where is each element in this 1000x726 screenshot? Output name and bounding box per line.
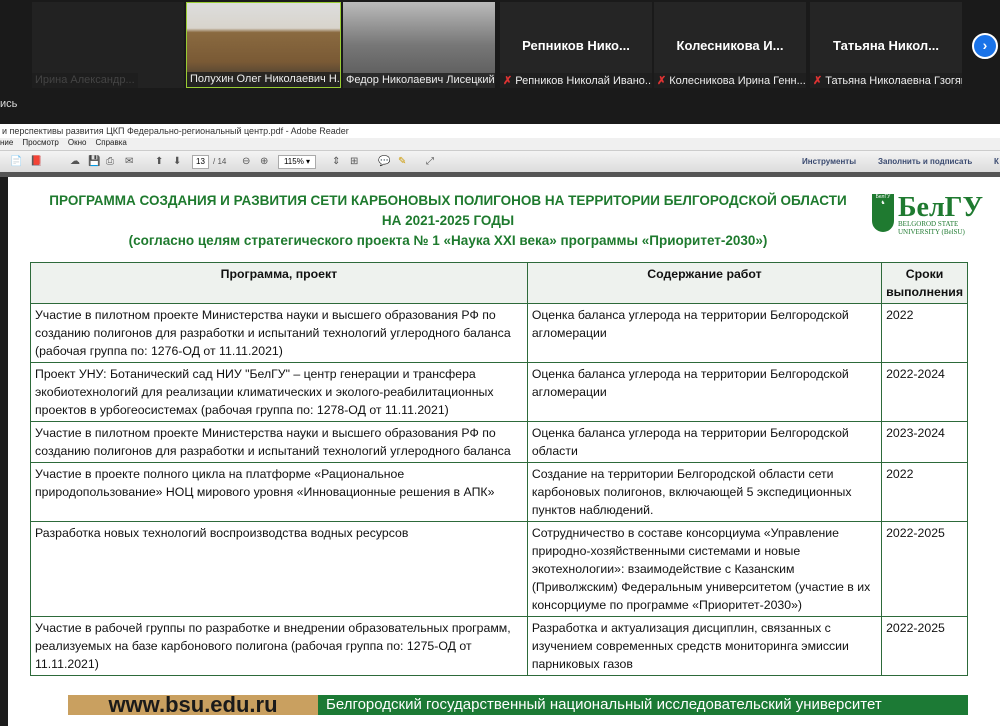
fill-sign-button[interactable]: Заполнить и подписать: [878, 157, 972, 166]
zoom-out-icon[interactable]: ⊖: [242, 155, 250, 169]
content-cell: Оценка баланса углерода на территории Бе…: [527, 422, 881, 463]
email-icon[interactable]: ✉: [125, 155, 133, 169]
content-cell: Сотрудничество в составе консорциума «Уп…: [527, 522, 881, 617]
participant-name: Репников Николай Ивано...: [515, 75, 652, 87]
table-row: Разработка новых технологий воспроизводс…: [31, 522, 968, 617]
fit-page-icon[interactable]: ⇕: [332, 155, 340, 169]
menu-help[interactable]: Справка: [95, 138, 126, 147]
term-cell: 2022: [882, 463, 968, 522]
muted-mic-icon: ✗: [503, 75, 512, 87]
participant-name: Колесникова Ирина Генн...: [669, 75, 806, 87]
program-cell: Разработка новых технологий воспроизводс…: [31, 522, 528, 617]
participant-tile[interactable]: Ирина Александр...: [32, 2, 184, 88]
program-cell: Участие в пилотном проекте Министерства …: [31, 304, 528, 363]
recording-label: ись: [0, 98, 17, 110]
zoom-value: 115%: [284, 157, 304, 166]
video-conference-strip: Ирина Александр... Полухин Олег Николаев…: [0, 0, 1000, 124]
table-header: Программа, проект Содержание работ Сроки…: [31, 263, 968, 304]
fit-width-icon[interactable]: ⊞: [350, 155, 358, 169]
table-row: Участие в проекте полного цикла на платф…: [31, 463, 968, 522]
menu-window[interactable]: Окно: [68, 138, 87, 147]
save-icon[interactable]: 💾: [88, 155, 100, 169]
tools-button[interactable]: Инструменты: [802, 157, 856, 166]
content-cell: Разработка и актуализация дисциплин, свя…: [527, 617, 881, 676]
zoom-in-icon[interactable]: ⊕: [260, 155, 268, 169]
participant-display-name: Репников Нико...: [500, 38, 652, 53]
footer-url: www.bsu.edu.ru: [68, 695, 318, 715]
header-program: Программа, проект: [31, 263, 528, 304]
content-cell: Оценка баланса углерода на территории Бе…: [527, 363, 881, 422]
previous-page-icon[interactable]: ⬆: [155, 155, 163, 169]
term-cell: 2022: [882, 304, 968, 363]
export-icon[interactable]: 📕: [30, 155, 42, 169]
participant-tile[interactable]: Татьяна Никол... ✗Татьяна Николаевна Гзог…: [810, 2, 962, 88]
menu-bar: ние Просмотр Окно Справка: [0, 138, 1000, 150]
comment-icon[interactable]: 💬: [378, 155, 390, 169]
slide-footer: www.bsu.edu.ru Белгородский государствен…: [68, 695, 968, 715]
slide-title-years: НА 2021-2025 ГОДЫ: [8, 213, 888, 228]
participant-tile[interactable]: Репников Нико... ✗Репников Николай Ивано.…: [500, 2, 652, 88]
term-cell: 2023-2024: [882, 422, 968, 463]
muted-mic-icon: ✗: [657, 75, 666, 87]
cloud-upload-icon[interactable]: ☁: [70, 155, 80, 169]
page-count: / 14: [213, 155, 226, 169]
muted-mic-icon: ✗: [813, 75, 822, 87]
term-cell: 2022-2025: [882, 617, 968, 676]
belsu-logo: БелГУ♞ БелГУ BELGOROD STATEUNIVERSITY (B…: [872, 194, 992, 238]
participant-display-name: Колесникова И...: [654, 38, 806, 53]
term-cell: 2022-2025: [882, 522, 968, 617]
program-table: Программа, проект Содержание работ Сроки…: [30, 262, 968, 676]
participant-tile-video[interactable]: Федор Николаевич Лисецкий: [343, 2, 495, 88]
slide-title: ПРОГРАММА СОЗДАНИЯ И РАЗВИТИЯ СЕТИ КАРБО…: [8, 193, 888, 208]
program-cell: Участие в рабочей группы по разработке и…: [31, 617, 528, 676]
print-icon[interactable]: ⎙: [106, 155, 114, 169]
zoom-select[interactable]: 115% ▾: [278, 155, 316, 169]
comment-panel-button[interactable]: К: [994, 157, 999, 166]
participant-name: Полухин Олег Николаевич Н...: [187, 72, 340, 87]
footer-university-name: Белгородский государственный национальны…: [318, 695, 968, 715]
highlight-icon[interactable]: ✎: [398, 155, 406, 169]
next-page-icon[interactable]: ⬇: [173, 155, 181, 169]
window-title: и перспективы развития ЦКП Федерально-ре…: [0, 124, 1000, 138]
program-cell: Проект УНУ: Ботанический сад НИУ "БелГУ"…: [31, 363, 528, 422]
header-terms: Сроки выполнения: [882, 263, 968, 304]
participant-name: Федор Николаевич Лисецкий: [343, 73, 495, 88]
menu-view[interactable]: Просмотр: [22, 138, 59, 147]
program-cell: Участие в проекте полного цикла на платф…: [31, 463, 528, 522]
program-cell: Участие в пилотном проекте Министерства …: [31, 422, 528, 463]
page-number-input[interactable]: 13: [192, 155, 209, 169]
logo-sub: UNIVERSITY (BelSU): [898, 228, 965, 236]
participant-name: Татьяна Николаевна Гзогян: [825, 75, 962, 87]
term-cell: 2022-2024: [882, 363, 968, 422]
table-row: Участие в рабочей группы по разработке и…: [31, 617, 968, 676]
create-pdf-icon[interactable]: 📄: [10, 155, 22, 169]
header-content: Содержание работ: [527, 263, 881, 304]
logo-sub: BELGOROD STATE: [898, 220, 958, 228]
shield-icon: БелГУ♞: [872, 194, 894, 232]
table-row: Участие в пилотном проекте Министерства …: [31, 304, 968, 363]
participant-name: Ирина Александр...: [32, 73, 138, 88]
slide-subtitle: (согласно целям стратегического проекта …: [8, 233, 888, 248]
table-row: Участие в пилотном проекте Министерства …: [31, 422, 968, 463]
participant-tile-video[interactable]: Полухин Олег Николаевич Н...: [186, 2, 341, 88]
participant-tile[interactable]: Колесникова И... ✗Колесникова Ирина Генн.…: [654, 2, 806, 88]
fullscreen-icon[interactable]: ⤢: [426, 155, 434, 169]
pdf-page: ПРОГРАММА СОЗДАНИЯ И РАЗВИТИЯ СЕТИ КАРБО…: [8, 177, 1000, 726]
content-cell: Оценка баланса углерода на территории Бе…: [527, 304, 881, 363]
toolbar: 📄 📕 ☁ 💾 ⎙ ✉ ⬆ ⬇ 13 / 14 ⊖ ⊕ 115% ▾ ⇕ ⊞ 💬…: [0, 150, 1000, 172]
next-page-arrow-icon[interactable]: ›: [972, 33, 998, 59]
participant-display-name: Татьяна Никол...: [810, 38, 962, 53]
table-row: Проект УНУ: Ботанический сад НИУ "БелГУ"…: [31, 363, 968, 422]
content-cell: Создание на территории Белгородской обла…: [527, 463, 881, 522]
menu-edit[interactable]: ние: [0, 138, 13, 147]
